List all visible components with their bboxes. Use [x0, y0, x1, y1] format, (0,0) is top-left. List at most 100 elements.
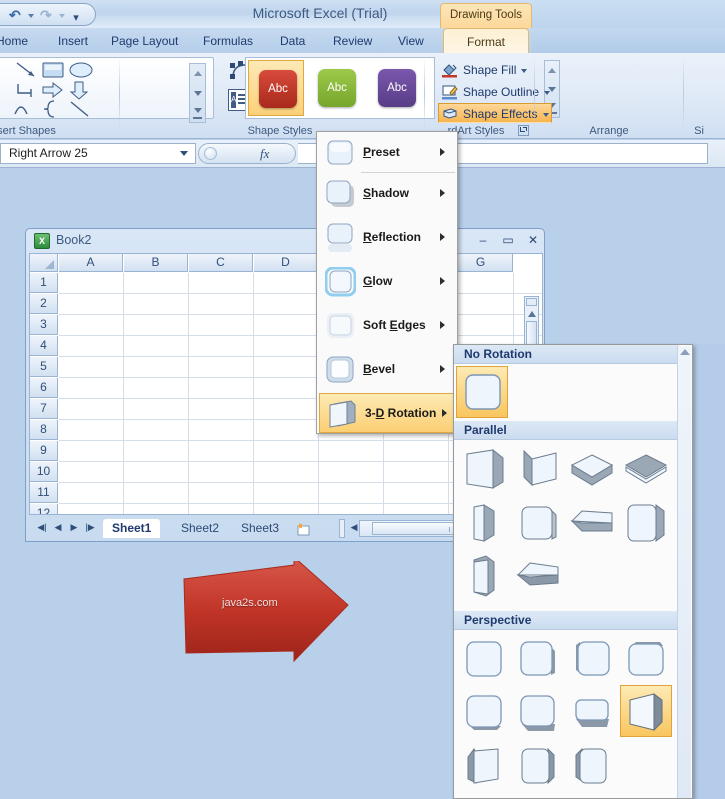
shape-curve-icon[interactable] — [13, 100, 37, 118]
rotation-preset-parallel-6[interactable] — [512, 497, 564, 549]
rotation-gallery-scrollbar[interactable] — [677, 346, 691, 798]
menu-item-soft-edges[interactable]: Soft Edges — [318, 306, 458, 346]
shape-oval-icon[interactable] — [68, 61, 94, 79]
insert-function-icon[interactable]: fx — [260, 146, 269, 162]
rotation-preset-parallel-1[interactable] — [458, 443, 510, 495]
name-box-dropdown-icon[interactable] — [180, 151, 188, 156]
shape-down-arrow-icon[interactable] — [69, 80, 91, 100]
menu-item-preset[interactable]: Preset — [318, 133, 458, 173]
group-size: 1.2 2.3 Si — [684, 53, 725, 139]
rotation-preset-parallel-8[interactable] — [620, 497, 672, 549]
menu-item-bevel[interactable]: Bevel — [318, 350, 458, 390]
rotation-preset-perspective-8[interactable] — [620, 685, 672, 737]
column-header-a[interactable]: A — [59, 254, 123, 272]
rotation-preset-parallel-4[interactable] — [620, 443, 672, 495]
workbook-restore-button[interactable]: ▭ — [496, 233, 520, 249]
rotation-preset-perspective-2[interactable] — [512, 633, 564, 685]
column-header-g[interactable]: G — [449, 254, 513, 272]
shape-brace-icon[interactable] — [41, 100, 63, 118]
insert-worksheet-icon[interactable] — [294, 521, 312, 537]
prev-sheet-icon[interactable]: ◀ — [51, 521, 65, 535]
tab-page-layout[interactable]: Page Layout — [103, 28, 186, 54]
shape-effects-menu[interactable]: Preset Shadow Reflection Glow Soft Edges… — [316, 131, 458, 434]
rotation-preset-parallel-10[interactable] — [512, 551, 564, 603]
row-header-8[interactable]: 8 — [30, 420, 58, 440]
rotation-preset-parallel-5[interactable] — [458, 497, 510, 549]
menu-item-glow[interactable]: Glow — [318, 262, 458, 302]
workbook-minimize-button[interactable]: – — [471, 233, 495, 249]
scroll-up-icon[interactable] — [680, 349, 690, 355]
split-box[interactable] — [526, 298, 537, 306]
rotation-preset-perspective-5[interactable] — [458, 687, 510, 739]
rotation-preset-perspective-3[interactable] — [566, 633, 618, 685]
rotation-thumb-icon — [521, 747, 555, 785]
submenu-arrow-icon — [440, 233, 445, 241]
wordart-dialog-launcher[interactable] — [518, 125, 529, 136]
row-header-7[interactable]: 7 — [30, 399, 58, 419]
rotation-preset-parallel-3[interactable] — [566, 443, 618, 495]
tab-data[interactable]: Data — [272, 28, 313, 54]
tab-view[interactable]: View — [390, 28, 432, 54]
rotation-preset-parallel-2[interactable] — [512, 443, 564, 495]
menu-label-glow: Glow — [363, 274, 393, 288]
row-header-5[interactable]: 5 — [30, 357, 58, 377]
scroll-up-icon[interactable] — [528, 311, 536, 317]
right-arrow-shape[interactable] — [176, 561, 352, 671]
tab-review[interactable]: Review — [325, 28, 380, 54]
shape-line-icon[interactable] — [15, 61, 37, 79]
rotation-preset-perspective-1[interactable] — [458, 633, 510, 685]
rotation-preset-perspective-6[interactable] — [512, 687, 564, 739]
column-header-b[interactable]: B — [124, 254, 188, 272]
tab-format[interactable]: Format — [443, 28, 529, 54]
select-all-corner[interactable] — [30, 254, 58, 272]
submenu-arrow-icon — [440, 189, 445, 197]
last-sheet-icon[interactable]: |▶ — [83, 521, 97, 535]
shape-styles-gallery[interactable]: Abc Abc Abc — [245, 57, 560, 119]
workbook-title-bar[interactable]: X Book2 – ▭ ✕ — [26, 229, 544, 253]
rotation-preset-perspective-10[interactable] — [512, 741, 564, 793]
next-sheet-icon[interactable]: ▶ — [67, 521, 81, 535]
rotation-preset-perspective-9[interactable] — [458, 741, 510, 793]
column-header-d[interactable]: D — [254, 254, 318, 272]
row-header-12[interactable]: 12 — [30, 504, 58, 514]
column-header-c[interactable]: C — [189, 254, 253, 272]
rotation-preset-parallel-9[interactable] — [458, 551, 510, 603]
shape-style-preset-0[interactable]: Abc — [248, 60, 304, 116]
sheet-tab-sheet2[interactable]: Sheet2 — [172, 519, 228, 538]
tab-home[interactable]: Home — [0, 28, 36, 54]
tab-formulas[interactable]: Formulas — [195, 28, 261, 54]
first-sheet-icon[interactable]: ◀| — [35, 521, 49, 535]
name-box[interactable]: Right Arrow 25 — [0, 143, 196, 164]
tab-insert[interactable]: Insert — [50, 28, 96, 54]
row-header-2[interactable]: 2 — [30, 294, 58, 314]
shape-right-arrow-icon[interactable] — [41, 80, 65, 100]
row-header-10[interactable]: 10 — [30, 462, 58, 482]
cancel-enter-button[interactable] — [204, 147, 217, 160]
shape-style-swatch-label: Abc — [318, 69, 356, 107]
rotation-preset-parallel-7[interactable] — [566, 497, 618, 549]
row-header-1[interactable]: 1 — [30, 273, 58, 293]
tab-split-handle[interactable] — [339, 519, 345, 538]
rotation-preset-perspective-7[interactable] — [566, 687, 618, 739]
row-header-6[interactable]: 6 — [30, 378, 58, 398]
rotation-preset-perspective-11[interactable] — [566, 741, 618, 793]
shape-style-preset-1[interactable]: Abc — [308, 60, 364, 116]
sheet-tab-sheet3[interactable]: Sheet3 — [232, 519, 288, 538]
rotation-preset-no-rotation[interactable] — [456, 366, 508, 418]
rotation-preset-perspective-4[interactable] — [620, 633, 672, 685]
row-header-3[interactable]: 3 — [30, 315, 58, 335]
shape-elbow-connector-icon[interactable] — [15, 81, 37, 99]
row-header-9[interactable]: 9 — [30, 441, 58, 461]
workbook-close-button[interactable]: ✕ — [521, 233, 545, 249]
shape-diagonal-line-icon[interactable] — [69, 100, 91, 118]
rotation-gallery-panel[interactable]: No Rotation Parallel Perspective — [453, 344, 693, 799]
sheet-tab-sheet1[interactable]: Sheet1 — [103, 519, 161, 538]
menu-item-shadow[interactable]: Shadow — [318, 174, 458, 214]
shape-style-preset-2[interactable]: Abc — [368, 60, 424, 116]
row-header-4[interactable]: 4 — [30, 336, 58, 356]
bevel-thumb-icon — [326, 356, 354, 383]
shape-rectangle-icon[interactable] — [41, 61, 65, 79]
row-header-11[interactable]: 11 — [30, 483, 58, 503]
menu-item-3d-rotation[interactable]: 3-D Rotation — [319, 393, 457, 433]
menu-item-reflection[interactable]: Reflection — [318, 218, 458, 258]
